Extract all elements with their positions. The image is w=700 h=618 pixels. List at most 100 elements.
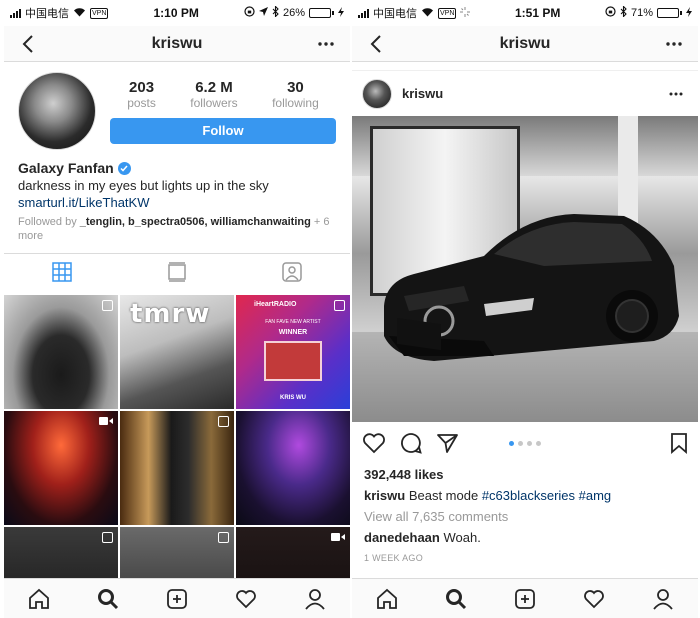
battery-icon [308, 8, 334, 18]
activity-heart-icon[interactable] [233, 586, 259, 612]
battery-percent: 26% [282, 7, 305, 19]
carousel-indicator [509, 440, 541, 446]
carousel-dot [527, 440, 532, 446]
comment-icon[interactable] [400, 432, 422, 454]
wifi-icon [421, 7, 434, 20]
post-action-bar [352, 422, 698, 464]
post-image[interactable] [352, 116, 698, 422]
profile-stats: 203 posts 6.2 M followers 30 following [110, 79, 336, 110]
bottom-tab-bar [4, 578, 350, 618]
charging-icon [685, 6, 692, 20]
battery-percent: 71% [630, 7, 653, 19]
status-time: 1:51 PM [515, 6, 561, 20]
grid-post[interactable] [4, 295, 118, 409]
profile-icon[interactable] [650, 586, 676, 612]
video-icon [99, 416, 113, 429]
status-time: 1:10 PM [153, 6, 199, 20]
following-stat[interactable]: 30 following [272, 79, 319, 110]
vpn-badge: VPN [438, 7, 457, 19]
nav-title: kriswu [151, 34, 203, 52]
profile-icon[interactable] [302, 586, 328, 612]
comment: danedehaan Woah. [364, 527, 686, 548]
nav-bar: kriswu [352, 26, 698, 62]
black-car [384, 214, 679, 361]
post-caption: kriswu Beast mode #c63blackseries #amg [364, 485, 686, 506]
post-more-options-icon[interactable] [664, 82, 688, 106]
profile-name: Galaxy Fanfan [18, 160, 114, 176]
multiple-photos-icon [334, 300, 345, 311]
artist-label: KRIS WU [280, 395, 306, 401]
follow-button[interactable]: Follow [110, 117, 336, 144]
verified-badge-icon [117, 162, 131, 175]
new-post-icon[interactable] [512, 586, 538, 612]
magazine-title: tmrw [130, 299, 211, 329]
grid-view-icon[interactable] [52, 262, 72, 287]
grid-post[interactable] [4, 411, 118, 525]
view-all-comments-link[interactable]: View all 7,635 comments [364, 506, 686, 527]
carousel-dot [509, 440, 514, 446]
vpn-badge: VPN [90, 7, 109, 19]
posts-count: 203 [129, 78, 155, 96]
status-bar: 中国电信 VPN 1:51 PM 71% [352, 0, 698, 26]
profile-avatar[interactable] [18, 72, 96, 150]
carousel-dot [518, 440, 523, 446]
signal-icon [358, 8, 369, 18]
nav-bar: kriswu [4, 26, 350, 62]
back-icon[interactable] [364, 32, 388, 56]
feed-view-icon[interactable] [168, 262, 186, 287]
carousel-dot [536, 440, 541, 446]
comment-text: Woah. [443, 530, 481, 545]
video-icon [331, 532, 345, 545]
posts-stat[interactable]: 203 posts [127, 79, 156, 110]
activity-heart-icon[interactable] [581, 586, 607, 612]
post-grid: tmrw iHeartRADIO FAN FAVE NEW ARTIST WIN… [4, 295, 350, 618]
post-author-username[interactable]: kriswu [402, 86, 664, 101]
followers-stat[interactable]: 6.2 M followers [190, 79, 237, 110]
grid-post[interactable]: tmrw [120, 295, 234, 409]
status-bar: 中国电信 VPN 1:10 PM 26% [4, 0, 350, 26]
grid-post[interactable] [236, 411, 350, 525]
followed-by-prefix: Followed by [18, 216, 77, 228]
likes-count[interactable]: 392,448 likes [364, 464, 686, 485]
new-post-icon[interactable] [164, 586, 190, 612]
comment-username[interactable]: danedehaan [364, 530, 440, 545]
bluetooth-icon [620, 5, 627, 20]
post-body: 392,448 likes kriswu Beast mode #c63blac… [352, 464, 698, 569]
profile-header: 203 posts 6.2 M followers 30 following F… [4, 62, 350, 243]
fan-fave-label: FAN FAVE NEW ARTIST [265, 319, 321, 325]
location-icon [258, 7, 268, 19]
more-options-icon[interactable] [662, 32, 686, 56]
bio-link[interactable]: smarturl.it/LikeThatKW [18, 194, 336, 211]
search-icon[interactable] [95, 586, 121, 612]
signal-icon [10, 8, 21, 18]
followed-by[interactable]: Followed by _tenglin, b_spectra0506, wil… [18, 215, 336, 243]
caption-username[interactable]: kriswu [364, 488, 405, 503]
posts-label: posts [127, 95, 156, 110]
nav-title: kriswu [499, 34, 551, 52]
tagged-view-icon[interactable] [282, 262, 302, 287]
multiple-photos-icon [218, 532, 229, 543]
more-options-icon[interactable] [314, 32, 338, 56]
post-detail-screen: 中国电信 VPN 1:51 PM 71% kriswu kriswu 392,4… [352, 0, 698, 618]
bio-text: darkness in my eyes but lights up in the… [18, 178, 269, 193]
winner-label: WINNER [278, 329, 308, 336]
profile-view-tabs [4, 253, 350, 295]
back-icon[interactable] [16, 32, 40, 56]
bluetooth-icon [272, 5, 279, 20]
grid-post[interactable] [120, 411, 234, 525]
post-header: kriswu [352, 70, 698, 116]
search-icon[interactable] [443, 586, 469, 612]
grid-post[interactable]: iHeartRADIO FAN FAVE NEW ARTIST WINNER K… [236, 295, 350, 409]
post-timestamp: 1 WEEK AGO [364, 553, 424, 563]
multiple-photos-icon [102, 300, 113, 311]
carrier-label: 中国电信 [373, 8, 417, 20]
share-icon[interactable] [436, 432, 458, 454]
battery-icon [656, 8, 682, 18]
like-heart-icon[interactable] [362, 432, 386, 454]
loading-icon [460, 6, 471, 20]
post-author-avatar[interactable] [362, 78, 392, 109]
home-icon[interactable] [26, 586, 52, 612]
home-icon[interactable] [374, 586, 400, 612]
caption-hashtags[interactable]: #c63blackseries #amg [482, 488, 611, 503]
bookmark-icon[interactable] [670, 432, 688, 454]
